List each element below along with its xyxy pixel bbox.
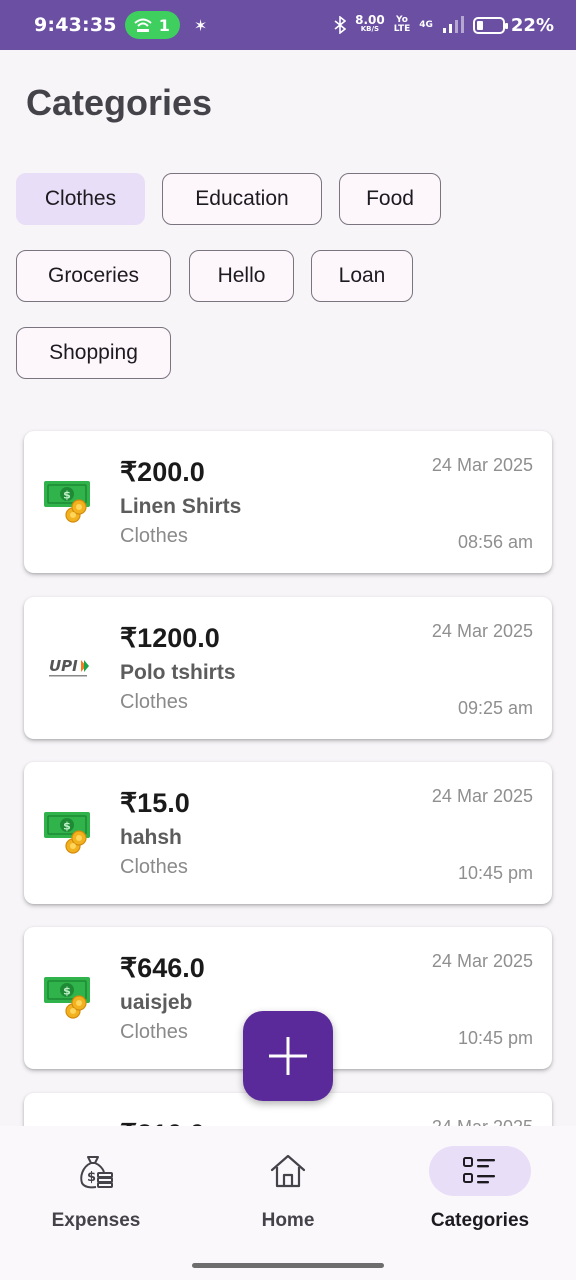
transaction-date: 24 Mar 2025 xyxy=(431,786,533,806)
transaction-time: 08:56 am xyxy=(457,532,533,552)
network-speed: 8.00 KB/S xyxy=(355,13,385,33)
volte-indicator: Yo LTE xyxy=(393,15,411,34)
chip-shopping[interactable]: Shopping xyxy=(16,327,171,379)
transaction-name: Linen Shirts xyxy=(120,495,242,518)
chip-education[interactable]: Education xyxy=(162,173,322,225)
battery-indicator: 22% xyxy=(472,14,554,36)
transaction-name: Polo tshirts xyxy=(120,661,236,684)
svg-text:$: $ xyxy=(87,1170,96,1185)
transaction-category: Clothes xyxy=(120,856,188,878)
transaction-amount: ₹200.0 xyxy=(120,457,205,487)
svg-text:UPI: UPI xyxy=(49,657,78,675)
transaction-card[interactable]: $ ₹15.0 hahsh Clothes 24 Mar 2025 10:45 … xyxy=(24,762,552,904)
cash-icon: $ xyxy=(44,977,90,1019)
svg-text:$: $ xyxy=(63,985,71,998)
nav-home[interactable]: Home xyxy=(192,1144,384,1244)
transaction-time: 10:45 pm xyxy=(457,1028,533,1048)
bluetooth-icon xyxy=(334,16,347,34)
transaction-category: Clothes xyxy=(120,691,188,713)
plus-icon xyxy=(269,1037,307,1075)
nav-label: Expenses xyxy=(51,1210,141,1231)
status-time: 9:43:35 xyxy=(34,14,117,36)
transaction-card[interactable]: UPI ₹1200.0 Polo tshirts Clothes 24 Mar … xyxy=(24,597,552,739)
transaction-time: 09:25 am xyxy=(457,698,533,718)
nav-expenses[interactable]: $ Expenses xyxy=(0,1144,192,1244)
transaction-time: 10:45 pm xyxy=(457,863,533,883)
chip-clothes[interactable]: Clothes xyxy=(16,173,145,225)
svg-text:$: $ xyxy=(63,820,71,833)
transaction-card[interactable]: $ ₹200.0 Linen Shirts Clothes 24 Mar 202… xyxy=(24,431,552,573)
chip-food[interactable]: Food xyxy=(339,173,441,225)
cash-icon: $ xyxy=(44,812,90,854)
svg-text:$: $ xyxy=(63,489,71,502)
upi-icon: UPI xyxy=(49,657,89,677)
page-title: Categories xyxy=(26,82,213,123)
chip-groceries[interactable]: Groceries xyxy=(16,250,171,302)
transaction-category: Clothes xyxy=(120,525,188,547)
transaction-amount: ₹1200.0 xyxy=(120,623,220,653)
sparkle-icon: ✶ xyxy=(193,15,208,35)
nav-categories[interactable]: Categories xyxy=(384,1144,576,1244)
bottom-navigation: $ Expenses Home Categories xyxy=(0,1126,576,1280)
add-expense-button[interactable] xyxy=(243,1011,333,1101)
transaction-date: 24 Mar 2025 xyxy=(431,455,533,475)
money-bag-icon: $ xyxy=(80,1156,113,1189)
network-type: 4G xyxy=(419,19,433,30)
transaction-category: Clothes xyxy=(120,1021,188,1043)
chip-loan[interactable]: Loan xyxy=(311,250,413,302)
nav-label: Categories xyxy=(430,1210,530,1231)
transaction-amount: ₹646.0 xyxy=(120,953,205,983)
home-icon xyxy=(270,1154,306,1188)
transaction-date: 24 Mar 2025 xyxy=(431,621,533,641)
hotspot-badge: 1 xyxy=(124,11,180,39)
chip-hello[interactable]: Hello xyxy=(189,250,294,302)
battery-icon xyxy=(472,16,508,34)
hotspot-count: 1 xyxy=(158,15,170,35)
home-indicator xyxy=(192,1263,384,1268)
nav-label: Home xyxy=(261,1210,315,1231)
list-icon xyxy=(463,1157,495,1184)
signal-icon xyxy=(442,16,464,33)
transaction-name: uaisjeb xyxy=(120,991,193,1014)
cash-icon: $ xyxy=(44,481,90,523)
status-bar: 9:43:35 1 ✶ 8.00 KB/S Yo LTE 4G 22% xyxy=(0,0,576,50)
transaction-name: hahsh xyxy=(120,826,182,849)
battery-percent: 22% xyxy=(510,14,554,36)
transaction-date: 24 Mar 2025 xyxy=(431,951,533,971)
transaction-amount: ₹15.0 xyxy=(120,788,190,818)
hotspot-icon xyxy=(134,18,152,32)
